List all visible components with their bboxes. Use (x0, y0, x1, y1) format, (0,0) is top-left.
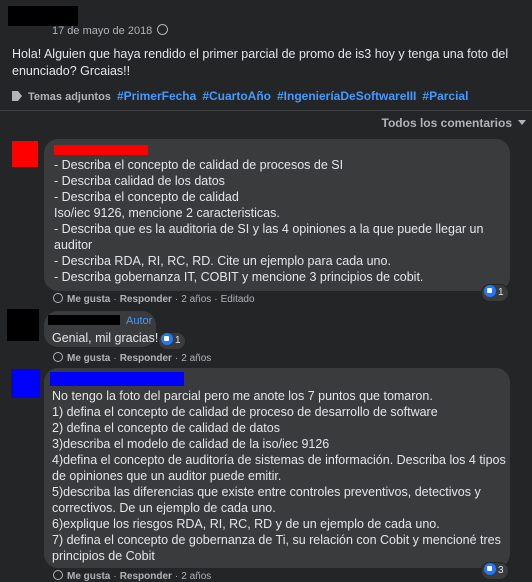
reply-button[interactable]: Responder (120, 294, 172, 305)
like-icon (484, 563, 496, 575)
comment-text: No tengo la foto del parcial pero me ano… (52, 389, 506, 563)
hashtag-link[interactable]: #PrimerFecha (117, 89, 196, 103)
comment-bubble: No tengo la foto del parcial pero me ano… (44, 368, 510, 568)
comment-time[interactable]: 2 años (181, 571, 211, 582)
hashtag-link[interactable]: #IngenieríaDeSoftwareIII (277, 89, 416, 103)
post-text: Hola! Alguien que haya rendido el primer… (12, 47, 509, 78)
like-button[interactable]: Me gusta (67, 353, 110, 364)
hashtag-link[interactable]: #Parcial (422, 89, 468, 103)
author-badge: Autor (126, 315, 153, 327)
like-icon (161, 333, 173, 345)
reply-button[interactable]: Responder (120, 353, 172, 364)
emoji-icon[interactable] (53, 352, 63, 362)
topics-row: Temas adjuntos #PrimerFecha #CuartoAño #Ing… (12, 89, 474, 103)
comment-time[interactable]: 2 años (181, 353, 211, 364)
comment-actions: Me gusta · Responder · 2 años · Editado (53, 293, 255, 305)
reaction-count[interactable]: 1 (481, 284, 509, 302)
edited-label: Editado (220, 294, 255, 305)
reaction-count[interactable]: 3 (481, 562, 509, 580)
like-icon (484, 285, 496, 297)
emoji-icon[interactable] (53, 293, 63, 303)
topics-label: Temas adjuntos (28, 91, 111, 103)
divider (0, 110, 532, 111)
commenter-name[interactable] (50, 372, 184, 386)
chevron-down-icon (518, 120, 526, 125)
comments-sort-dropdown[interactable]: Todos los comentarios (382, 116, 526, 130)
comment-bubble: Autor Genial, mil gracias! (44, 311, 159, 347)
globe-icon (157, 24, 169, 35)
like-button[interactable]: Me gusta (67, 571, 110, 582)
hashtag-link[interactable]: #CuartoAño (202, 89, 271, 103)
commenter-name[interactable] (48, 315, 120, 325)
comment-bubble: - Describa el concepto de calidad de pro… (44, 139, 510, 291)
commenter-avatar[interactable] (12, 141, 38, 167)
comment-time[interactable]: 2 años (181, 294, 211, 305)
comment-text: - Describa el concepto de calidad de pro… (54, 158, 484, 284)
post-date[interactable]: 17 de mayo de 2018 (52, 24, 169, 37)
commenter-avatar[interactable] (7, 309, 39, 341)
tag-icon (12, 91, 22, 101)
like-button[interactable]: Me gusta (67, 294, 110, 305)
reaction-count[interactable]: 1 (158, 332, 186, 350)
comment-actions: Me gusta · Responder · 2 años (53, 352, 211, 364)
comment-actions: Me gusta · Responder · 2 años (53, 570, 211, 582)
commenter-name[interactable] (54, 145, 148, 155)
commenter-avatar[interactable] (11, 369, 40, 398)
comment-text: Genial, mil gracias! (52, 331, 159, 345)
reply-button[interactable]: Responder (120, 571, 172, 582)
post-author-avatar[interactable] (8, 6, 78, 26)
